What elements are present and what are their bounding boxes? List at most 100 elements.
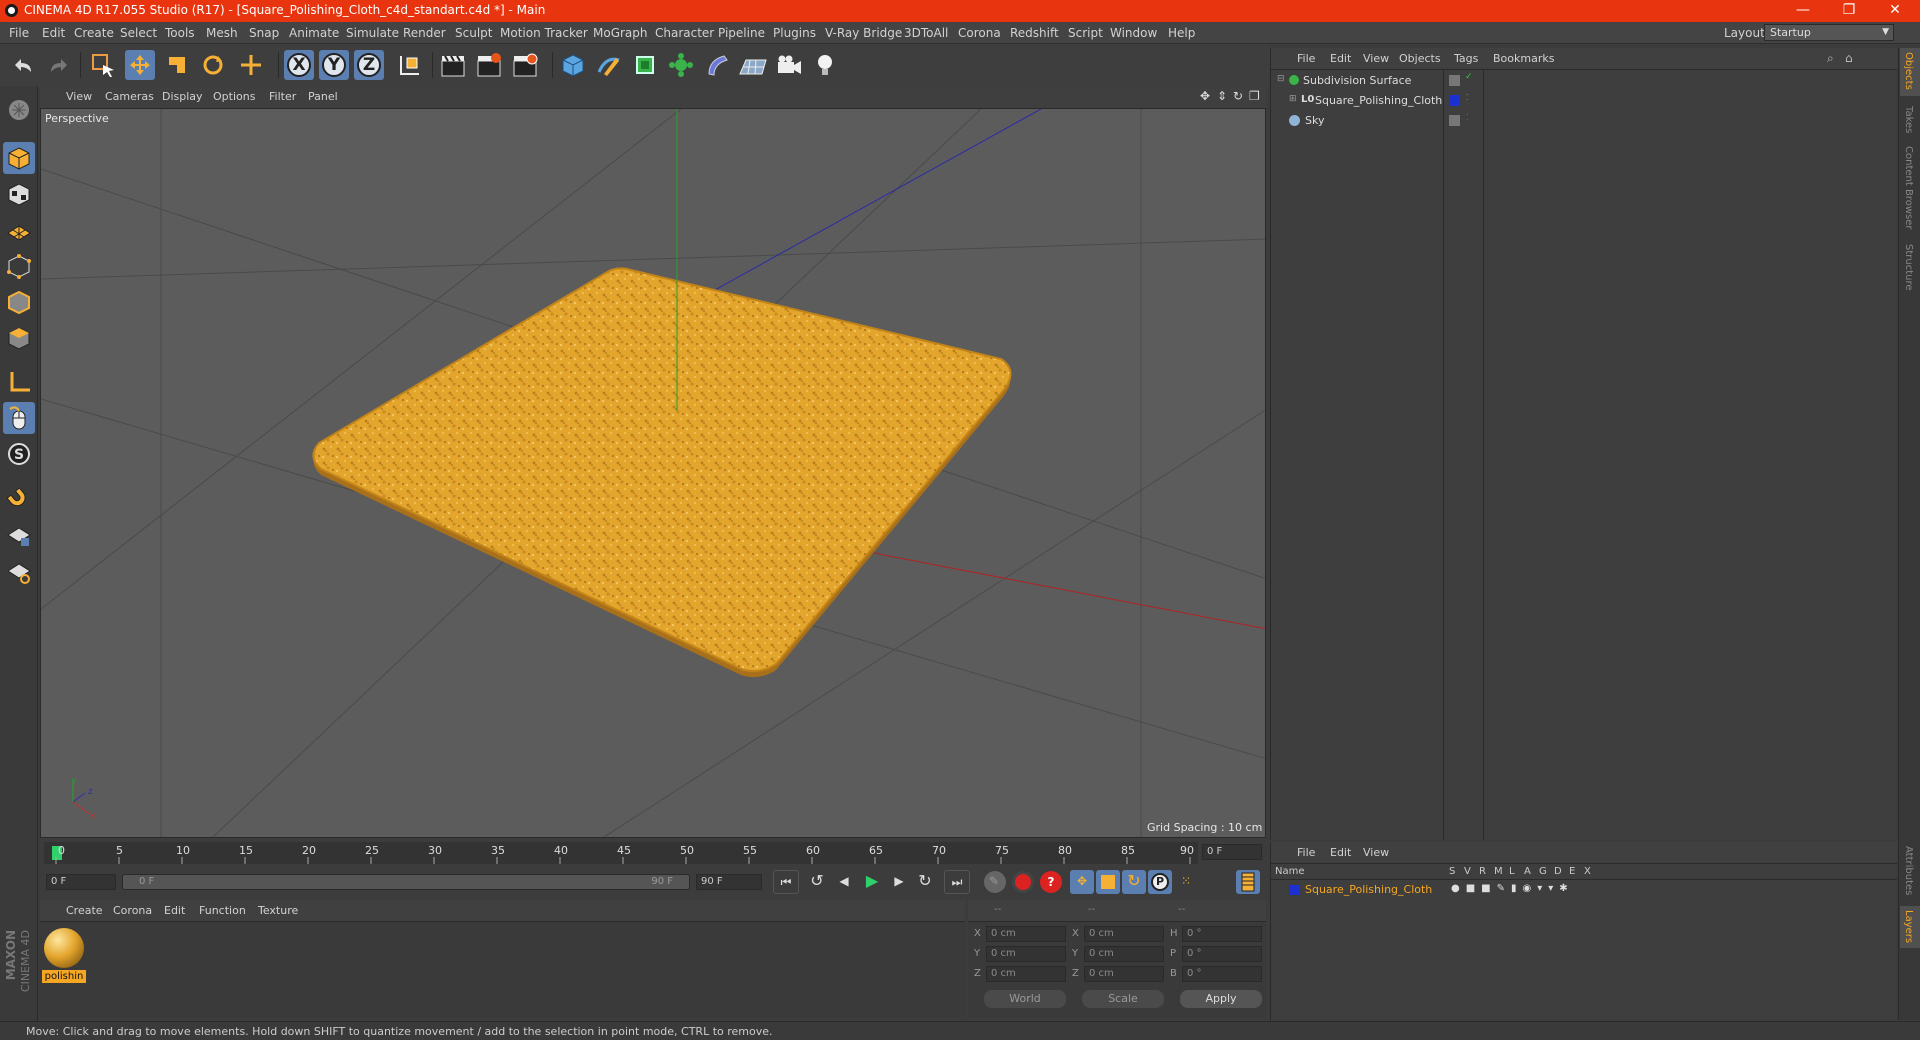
viewport-menu-options[interactable]: Options xyxy=(213,90,255,103)
polygons-mode-button[interactable] xyxy=(3,322,35,354)
object-row-subdivision[interactable]: ⊟ Subdivision Surface ✓ xyxy=(1271,72,1897,90)
axis-mode-button[interactable] xyxy=(3,366,35,398)
object-name[interactable]: Sky xyxy=(1305,114,1324,127)
size-mode-dropdown[interactable]: Scale xyxy=(1082,990,1164,1008)
pan-view-icon[interactable]: ✥ xyxy=(1200,89,1210,103)
texture-mode-button[interactable] xyxy=(3,178,35,210)
add-floor-button[interactable] xyxy=(738,50,768,80)
render-view-button[interactable] xyxy=(438,50,468,80)
col-xref[interactable]: X xyxy=(1584,866,1591,877)
visibility-dots-icon[interactable]: ⁚ xyxy=(1466,93,1469,102)
col-generators[interactable]: G xyxy=(1539,866,1547,877)
layer-color-swatch[interactable] xyxy=(1289,885,1299,895)
menu-mesh[interactable]: Mesh xyxy=(206,26,238,40)
polishing-cloth-mesh[interactable] xyxy=(312,267,1012,678)
menu-render[interactable]: Render xyxy=(403,26,446,40)
viewport-menu-cameras[interactable]: Cameras xyxy=(105,90,154,103)
add-pen-spline-button[interactable] xyxy=(594,50,624,80)
lock-workplane-button[interactable] xyxy=(3,520,35,552)
size-x-field[interactable]: 0 cm xyxy=(1084,926,1164,942)
edges-mode-button[interactable] xyxy=(3,286,35,318)
tab-attributes[interactable]: Attributes xyxy=(1903,846,1914,895)
planar-workplane-button[interactable] xyxy=(3,556,35,588)
menu-animate[interactable]: Animate xyxy=(289,26,339,40)
col-solo[interactable]: S xyxy=(1449,866,1455,877)
enabled-check-icon[interactable]: ✓ xyxy=(1465,72,1473,82)
object-menu-objects[interactable]: Objects xyxy=(1399,52,1441,65)
size-y-field[interactable]: 0 cm xyxy=(1084,946,1164,962)
object-name[interactable]: Subdivision Surface xyxy=(1303,74,1411,87)
make-editable-button[interactable] xyxy=(3,94,35,126)
menu-redshift[interactable]: Redshift xyxy=(1010,26,1059,40)
col-name[interactable]: Name xyxy=(1275,866,1305,877)
viewport-menu-panel[interactable]: Panel xyxy=(308,90,338,103)
home-icon[interactable]: ⌂ xyxy=(1845,51,1853,65)
material-menu-texture[interactable]: Texture xyxy=(258,904,298,917)
material-menu-create[interactable]: Create xyxy=(66,904,103,917)
visibility-dots-icon[interactable]: ⁚ xyxy=(1466,113,1469,122)
tab-structure[interactable]: Structure xyxy=(1903,244,1914,291)
menu-select[interactable]: Select xyxy=(120,26,157,40)
key-rotation-button[interactable]: ↻ xyxy=(1122,870,1146,894)
scale-tool-button[interactable] xyxy=(162,50,192,80)
current-frame-field[interactable]: 0 F xyxy=(1202,844,1262,860)
layer-menu-file[interactable]: File xyxy=(1297,846,1315,859)
add-light-button[interactable] xyxy=(810,50,840,80)
timeline-view-button[interactable] xyxy=(1236,870,1260,894)
x-axis-lock-button[interactable]: X xyxy=(284,50,314,80)
layer-icon[interactable] xyxy=(1449,75,1460,86)
col-manager[interactable]: M xyxy=(1494,866,1503,877)
end-frame-field[interactable]: 90 F xyxy=(696,874,762,890)
rot-p-field[interactable]: 0 ° xyxy=(1182,946,1262,962)
render-picture-viewer-button[interactable] xyxy=(474,50,504,80)
transform-tool-button[interactable] xyxy=(236,50,266,80)
model-mode-button[interactable] xyxy=(3,142,35,174)
menu-mograph[interactable]: MoGraph xyxy=(593,26,648,40)
layer-row[interactable]: Square_Polishing_Cloth ●■■✎▮◉▾▾✱ xyxy=(1271,882,1897,898)
layer-name[interactable]: Square_Polishing_Cloth xyxy=(1305,883,1432,896)
coordinate-system-button[interactable] xyxy=(394,50,424,80)
col-animation[interactable]: A xyxy=(1524,866,1531,877)
menu-snap[interactable]: Snap xyxy=(249,26,279,40)
maximize-view-icon[interactable]: ❐ xyxy=(1249,89,1260,103)
object-row-sky[interactable]: Sky ⁚ xyxy=(1271,112,1897,130)
key-parameter-button[interactable]: P xyxy=(1148,870,1172,894)
add-array-button[interactable] xyxy=(666,50,696,80)
prev-frame-button[interactable]: ◀ xyxy=(833,870,855,894)
menu-window[interactable]: Window xyxy=(1110,26,1157,40)
size-z-field[interactable]: 0 cm xyxy=(1084,966,1164,982)
y-axis-lock-button[interactable]: Y xyxy=(319,50,349,80)
menu-script[interactable]: Script xyxy=(1068,26,1103,40)
add-deformer-button[interactable] xyxy=(702,50,732,80)
menu-create[interactable]: Create xyxy=(74,26,114,40)
col-visible[interactable]: V xyxy=(1464,866,1471,877)
object-menu-edit[interactable]: Edit xyxy=(1330,52,1351,65)
pos-y-field[interactable]: 0 cm xyxy=(986,946,1066,962)
record-button[interactable] xyxy=(1012,871,1034,893)
rot-h-field[interactable]: 0 ° xyxy=(1182,926,1262,942)
tab-objects[interactable]: Objects xyxy=(1903,52,1914,90)
prev-key-button[interactable]: ↺ xyxy=(806,870,828,894)
start-frame-field[interactable]: 0 F xyxy=(46,874,116,890)
col-locked[interactable]: L xyxy=(1509,866,1515,877)
viewport-menu-view[interactable]: View xyxy=(66,90,92,103)
menu-pipeline[interactable]: Pipeline xyxy=(718,26,765,40)
zoom-view-icon[interactable]: ⇕ xyxy=(1217,89,1227,103)
expand-icon[interactable]: ⊞ xyxy=(1289,94,1297,104)
layer-menu-view[interactable]: View xyxy=(1363,846,1389,859)
menu-3dtoall[interactable]: 3DToAll xyxy=(904,26,948,40)
key-scale-button[interactable] xyxy=(1096,870,1120,894)
key-position-button[interactable]: ✥ xyxy=(1070,870,1094,894)
rotate-view-icon[interactable]: ↻ xyxy=(1233,89,1243,103)
coordinate-mode-dropdown[interactable]: World xyxy=(984,990,1066,1008)
scene-canvas[interactable] xyxy=(41,109,1266,838)
go-to-end-button[interactable]: ⏭ xyxy=(944,870,970,894)
close-button[interactable]: ✕ xyxy=(1872,0,1918,22)
next-frame-button[interactable]: ▶ xyxy=(888,870,910,894)
object-menu-bookmarks[interactable]: Bookmarks xyxy=(1493,52,1554,65)
rot-b-field[interactable]: 0 ° xyxy=(1182,966,1262,982)
solo-mode-button[interactable]: S xyxy=(3,438,35,470)
tab-takes[interactable]: Takes xyxy=(1903,106,1914,133)
menu-motion-tracker[interactable]: Motion Tracker xyxy=(500,26,588,40)
menu-vray-bridge[interactable]: V-Ray Bridge xyxy=(825,26,902,40)
